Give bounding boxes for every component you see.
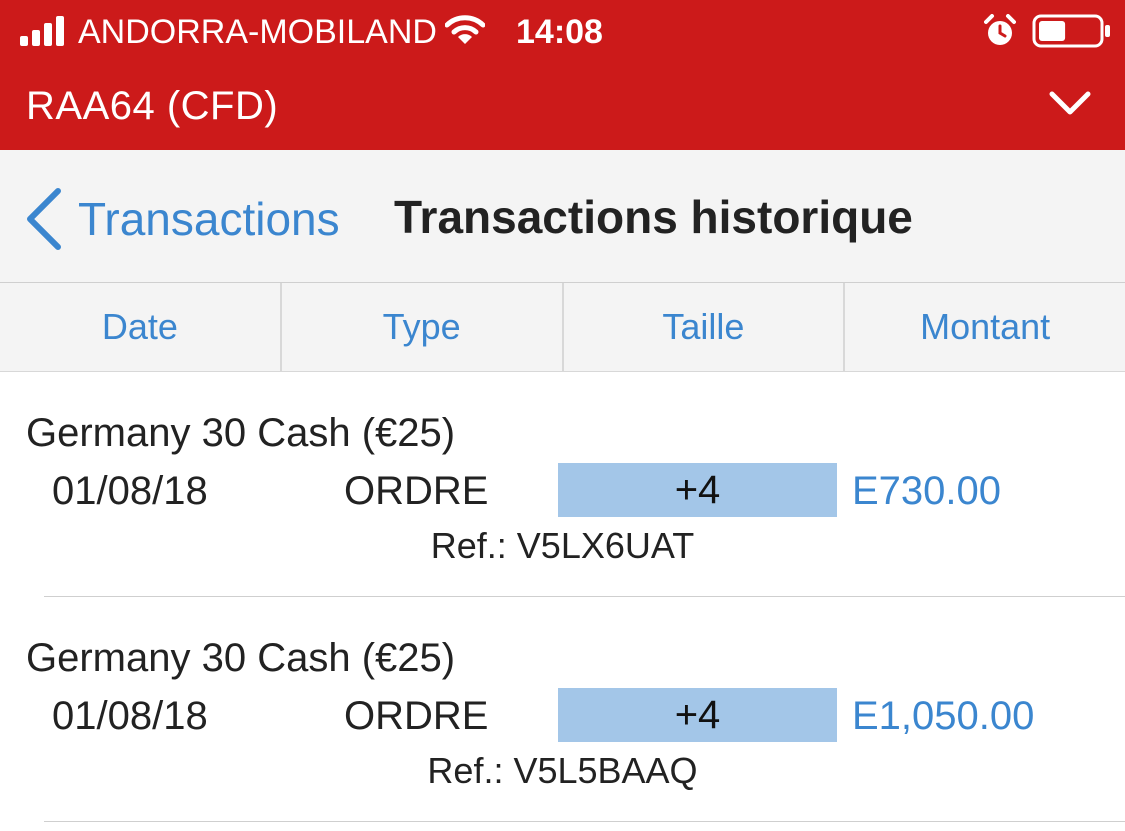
account-title[interactable]: RAA64 (CFD)	[26, 82, 278, 130]
column-header-amount[interactable]: Montant	[845, 283, 1125, 371]
column-header-type[interactable]: Type	[282, 283, 564, 371]
transaction-type: ORDRE	[344, 694, 489, 738]
transaction-amount: E730.00	[852, 469, 1002, 513]
transaction-row[interactable]: Germany 30 Cash (€25) 01/08/18 ORDRE +4 …	[0, 372, 1125, 597]
transaction-type: ORDRE	[344, 469, 489, 513]
column-headers: Date Type Taille Montant	[0, 283, 1125, 372]
chevron-left-icon	[27, 188, 61, 250]
column-header-date[interactable]: Date	[0, 283, 282, 371]
column-header-size[interactable]: Taille	[564, 283, 846, 371]
transaction-ref: Ref.: V5LX6UAT	[430, 525, 695, 566]
transaction-size: +4	[558, 688, 837, 742]
page-title: Transactions historique	[394, 191, 913, 243]
wifi-icon	[445, 15, 485, 44]
back-button-label: Transactions	[78, 193, 340, 245]
alarm-icon	[984, 14, 1016, 45]
instrument-name: Germany 30 Cash (€25)	[26, 411, 456, 455]
carrier-name: ANDORRA-MOBILAND	[78, 13, 437, 51]
row-divider	[44, 821, 1125, 822]
battery-icon	[1032, 14, 1110, 48]
navigation-bar: Transactions Transactions historique	[0, 150, 1125, 283]
transaction-ref: Ref.: V5L5BAAQ	[427, 750, 698, 791]
top-bar: ANDORRA-MOBILAND 14:08 RAA64 (CFD)	[0, 0, 1125, 150]
back-button[interactable]: Transactions	[24, 184, 340, 254]
status-time: 14:08	[516, 13, 603, 51]
transaction-amount: E1,050.00	[852, 694, 1035, 738]
status-bar: ANDORRA-MOBILAND 14:08	[0, 0, 1125, 64]
transaction-date: 01/08/18	[52, 694, 208, 738]
transaction-date: 01/08/18	[52, 469, 208, 513]
instrument-name: Germany 30 Cash (€25)	[26, 636, 456, 680]
transaction-row[interactable]: Germany 30 Cash (€25) 01/08/18 ORDRE +4 …	[0, 597, 1125, 822]
chevron-down-icon[interactable]	[1048, 88, 1092, 120]
transaction-size: +4	[558, 463, 837, 517]
signal-icon	[20, 16, 64, 46]
